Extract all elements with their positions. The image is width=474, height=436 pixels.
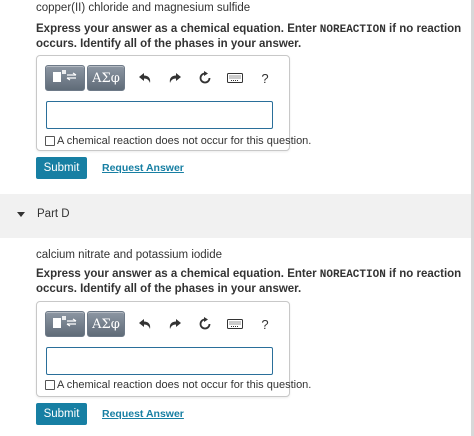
partd-answer-panel: ΑΣφ ? A chemical reaction does not occur… bbox=[36, 301, 311, 397]
partd-answer-input[interactable] bbox=[46, 347, 273, 375]
partc-instr-pre: Express your answer as a chemical equati… bbox=[36, 23, 320, 35]
partd-instructions: Express your answer as a chemical equati… bbox=[36, 267, 466, 296]
partd-submit-button[interactable]: Submit bbox=[36, 403, 87, 425]
partd-request-answer-link[interactable]: Request Answer bbox=[102, 408, 184, 420]
reset-button[interactable] bbox=[193, 312, 217, 336]
greek-symbols-button[interactable]: ΑΣφ bbox=[87, 65, 125, 91]
undo-button[interactable] bbox=[133, 66, 157, 90]
partc-no-reaction-row[interactable]: A chemical reaction does not occur for t… bbox=[45, 135, 311, 147]
keyboard-icon bbox=[227, 73, 243, 83]
template-button[interactable] bbox=[45, 311, 85, 337]
reset-button[interactable] bbox=[193, 66, 217, 90]
partd-title: Part D bbox=[37, 208, 70, 220]
partd-instr-pre: Express your answer as a chemical equati… bbox=[36, 268, 320, 280]
partd-header[interactable]: Part D bbox=[0, 194, 474, 238]
caret-down-icon bbox=[17, 212, 25, 217]
redo-button[interactable] bbox=[163, 66, 187, 90]
partd-instr-keyword: NOREACTION bbox=[319, 269, 386, 281]
template-icon bbox=[52, 315, 78, 334]
partc-no-reaction-checkbox[interactable] bbox=[45, 136, 55, 146]
greek-symbols-button[interactable]: ΑΣφ bbox=[87, 311, 125, 337]
partd-reactants: calcium nitrate and potassium iodide bbox=[36, 249, 223, 261]
partc-toolbar: ΑΣφ ? bbox=[45, 64, 277, 92]
keyboard-button[interactable] bbox=[223, 66, 247, 90]
partc-answer-input[interactable] bbox=[46, 101, 273, 129]
partc-no-reaction-label: A chemical reaction does not occur for t… bbox=[57, 135, 312, 147]
partd-no-reaction-label: A chemical reaction does not occur for t… bbox=[57, 379, 312, 391]
undo-icon bbox=[139, 73, 151, 83]
redo-icon bbox=[169, 319, 181, 329]
partc-answer-panel: ΑΣφ ? A chemical reaction does not occur… bbox=[36, 55, 311, 151]
undo-icon bbox=[139, 319, 151, 329]
partd-no-reaction-row[interactable]: A chemical reaction does not occur for t… bbox=[45, 379, 311, 391]
help-button[interactable]: ? bbox=[253, 66, 277, 90]
partc-request-answer-link[interactable]: Request Answer bbox=[102, 162, 184, 174]
help-icon: ? bbox=[261, 316, 269, 332]
help-button[interactable]: ? bbox=[253, 312, 277, 336]
help-icon: ? bbox=[261, 70, 269, 86]
template-icon bbox=[52, 69, 78, 88]
redo-button[interactable] bbox=[163, 312, 187, 336]
undo-button[interactable] bbox=[133, 312, 157, 336]
keyboard-button[interactable] bbox=[223, 312, 247, 336]
partd-toolbar: ΑΣφ ? bbox=[45, 310, 277, 338]
reset-icon bbox=[199, 71, 211, 84]
reset-icon bbox=[199, 317, 211, 330]
redo-icon bbox=[169, 73, 181, 83]
keyboard-icon bbox=[227, 319, 243, 329]
partc-instructions: Express your answer as a chemical equati… bbox=[36, 22, 466, 51]
partd-no-reaction-checkbox[interactable] bbox=[45, 380, 55, 390]
template-button[interactable] bbox=[45, 65, 85, 91]
partc-instr-keyword: NOREACTION bbox=[319, 24, 386, 36]
partc-reactants: copper(II) chloride and magnesium sulfid… bbox=[36, 2, 251, 14]
partc-submit-button[interactable]: Submit bbox=[36, 157, 87, 179]
